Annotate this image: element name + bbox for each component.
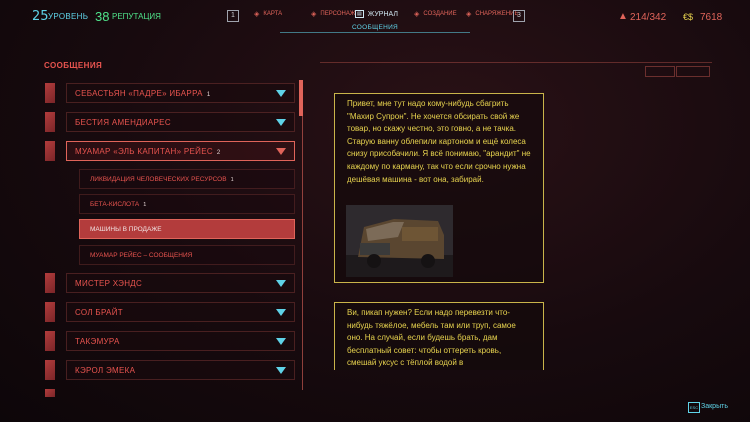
unread-count: 1	[143, 202, 147, 208]
contact-name: СОЛ БРАЙТ	[75, 308, 123, 317]
contact-name: СЕБАСТЬЯН «ПАДРЕ» ИБАРРА	[75, 89, 203, 98]
unread-count: 2	[216, 150, 221, 156]
contact-portrait	[45, 83, 55, 103]
character-icon: ◈	[311, 11, 317, 18]
reputation-label: РЕПУТАЦИЯ	[112, 12, 161, 21]
level-label: УРОВЕНЬ	[48, 12, 89, 21]
nav-journal-label: ЖУРНАЛ	[367, 10, 398, 18]
contact-portrait	[45, 302, 55, 322]
contact-name: КЭРОЛ ЭМЕКА	[75, 366, 136, 375]
nav-crafting-label: СОЗДАНИЕ	[423, 11, 457, 17]
nav-character[interactable]: ◈ ПЕРСОНАЖ	[311, 10, 355, 18]
contact-name: БЕСТИЯ АМЕНДИАРЕС	[75, 118, 171, 127]
subtitle-divider	[280, 32, 470, 33]
money-icon: €$	[683, 12, 694, 22]
nav-map-label: КАРТА	[263, 11, 283, 17]
thread-name: БЕТА-КИСЛОТА	[90, 201, 140, 208]
contact-name: ТАКЭМУРА	[75, 337, 120, 346]
contact-portrait	[45, 112, 55, 132]
contact-portrait	[45, 331, 55, 351]
contact-portrait	[45, 389, 55, 397]
nav-inventory-label: СНАРЯЖЕНИЕ	[475, 11, 519, 17]
chevron-down-icon[interactable]	[276, 338, 286, 345]
level-value: 25	[32, 9, 49, 24]
nav-map[interactable]: ◈ КАРТА	[254, 10, 282, 18]
money-value: 7618	[700, 12, 723, 23]
esc-key-icon[interactable]: ESC	[688, 402, 700, 413]
thread-name: ЛИКВИДАЦИЯ ЧЕЛОВЕЧЕСКИХ РЕСУРСОВ	[90, 176, 227, 183]
inventory-icon: ◈	[466, 11, 472, 18]
prev-tab-key[interactable]: 1	[227, 10, 239, 22]
map-icon: ◈	[254, 11, 260, 18]
contact-item[interactable]: БЕСТИЯ АМЕНДИАРЕС	[66, 112, 295, 132]
page-subtitle: СООБЩЕНИЯ	[351, 24, 399, 31]
contact-portrait	[45, 360, 55, 380]
crafting-icon: ◈	[414, 11, 420, 18]
contact-portrait	[45, 273, 55, 293]
thread-name: МУАМАР РЕЙЕС – СООБЩЕНИЯ	[90, 252, 193, 259]
unread-count: 1	[206, 92, 211, 98]
chevron-down-icon[interactable]	[276, 148, 286, 155]
messages-subtitle: PC	[94, 64, 100, 69]
unread-count: 1	[230, 177, 234, 183]
decor-tag	[676, 66, 710, 77]
contact-name: МУАМАР «ЭЛЬ КАПИТАН» РЕЙЕС	[75, 147, 213, 156]
vehicle-image[interactable]	[346, 205, 453, 277]
contact-name: МИСТЕР ХЭНДС	[75, 279, 143, 288]
scroll-thumb[interactable]	[299, 80, 303, 116]
chevron-down-icon[interactable]	[276, 367, 286, 374]
panel-divider	[320, 62, 712, 63]
message-text: Ви, пикап нужен? Если надо перевезти что…	[347, 308, 516, 368]
next-tab-key[interactable]: 3	[513, 10, 525, 22]
nav-crafting[interactable]: ◈ СОЗДАНИЕ	[414, 10, 457, 18]
van-illustration	[346, 205, 453, 277]
contact-item[interactable]: СЕБАСТЬЯН «ПАДРЕ» ИБАРРА 1	[66, 83, 295, 103]
contact-item[interactable]: МИСТЕР ХЭНДС	[66, 273, 295, 293]
nav-character-label: ПЕРСОНАЖ	[320, 11, 356, 17]
chevron-down-icon[interactable]	[276, 90, 286, 97]
thread-item[interactable]: МУАМАР РЕЙЕС – СООБЩЕНИЯ	[79, 245, 295, 265]
nav-journal[interactable]: ▤ ЖУРНАЛ	[355, 10, 398, 18]
contact-item[interactable]: КЭРОЛ ЭМЕКА	[66, 360, 295, 380]
thread-name: МАШИНЫ В ПРОДАЖЕ	[90, 226, 162, 233]
close-button[interactable]: Закрыть	[701, 403, 728, 410]
contact-item[interactable]: ТАКЭМУРА	[66, 331, 295, 351]
contact-item[interactable]: СОЛ БРАЙТ	[66, 302, 295, 322]
thread-item[interactable]: БЕТА-КИСЛОТА 1	[79, 194, 295, 214]
contact-item-expanded[interactable]: МУАМАР «ЭЛЬ КАПИТАН» РЕЙЕС 2	[66, 141, 295, 161]
thread-item-selected[interactable]: МАШИНЫ В ПРОДАЖЕ	[79, 219, 295, 239]
chevron-down-icon[interactable]	[276, 280, 286, 287]
message-text: Привет, мне тут надо кому-нибудь сбагрит…	[347, 99, 531, 184]
thread-item[interactable]: ЛИКВИДАЦИЯ ЧЕЛОВЕЧЕСКИХ РЕСУРСОВ 1	[79, 169, 295, 189]
nav-inventory[interactable]: ◈ СНАРЯЖЕНИЕ	[466, 10, 518, 18]
chevron-down-icon[interactable]	[276, 119, 286, 126]
reputation-value: 38	[95, 9, 110, 24]
chevron-down-icon[interactable]	[276, 309, 286, 316]
carry-weight: 214/342	[630, 12, 667, 23]
scroll-track[interactable]	[302, 80, 303, 390]
weight-icon: ▲	[618, 11, 628, 22]
message-bubble: Ви, пикап нужен? Если надо перевезти что…	[334, 302, 544, 370]
decor-tag	[645, 66, 675, 77]
contact-portrait	[45, 141, 55, 161]
journal-icon: ▤	[355, 10, 364, 18]
